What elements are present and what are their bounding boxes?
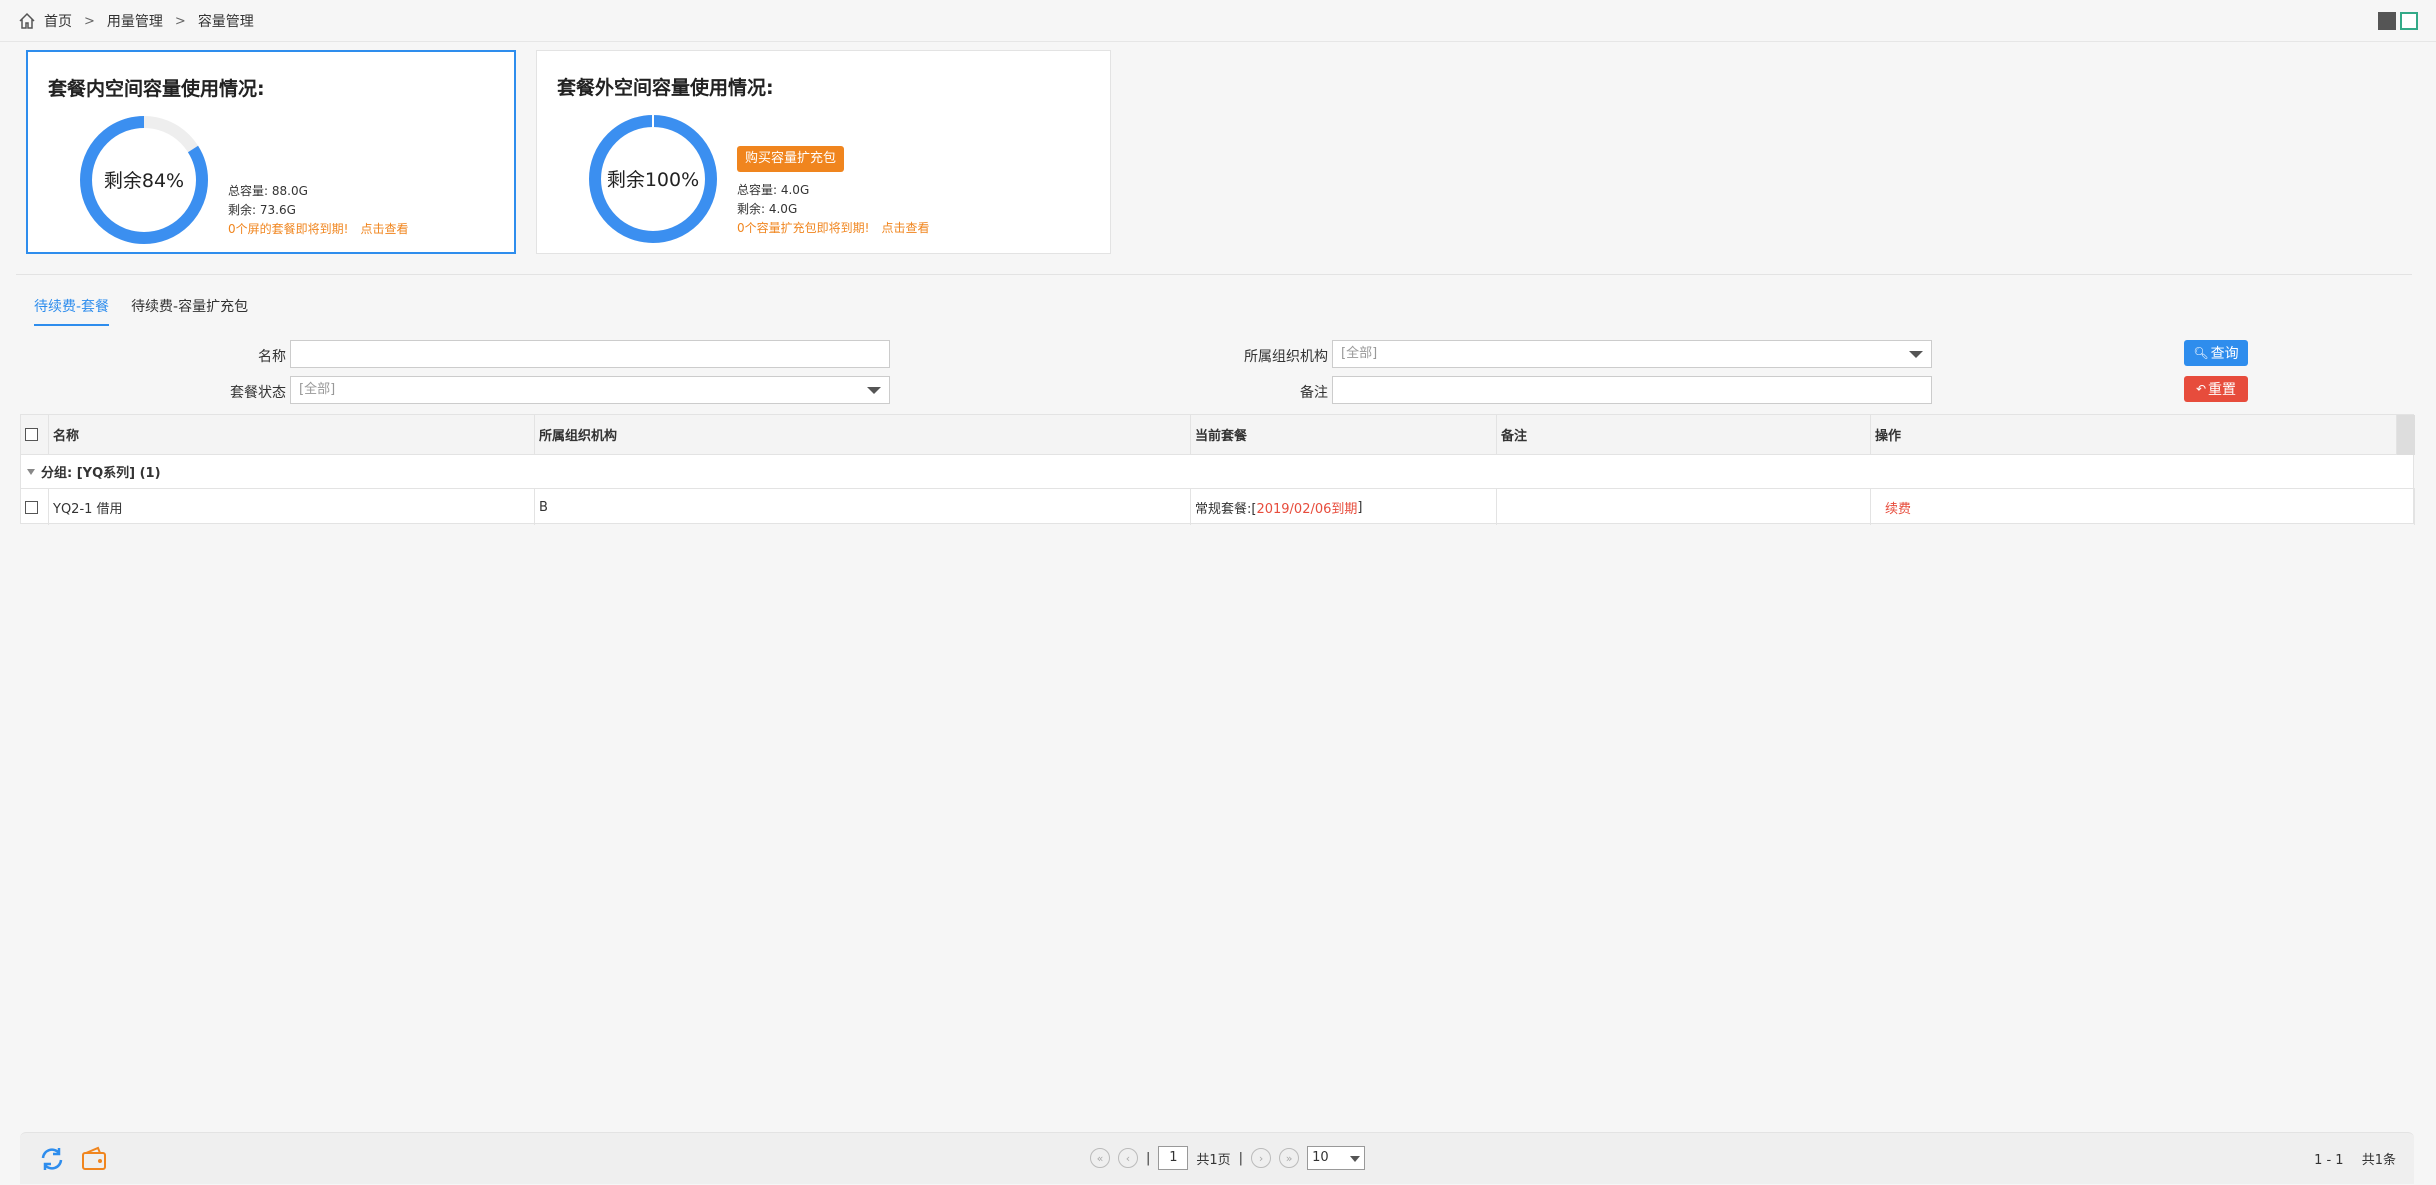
pager-separator: | — [1238, 1150, 1244, 1166]
status-select[interactable]: [全部] — [290, 376, 890, 404]
home-icon[interactable] — [18, 12, 36, 30]
header-remark[interactable]: 备注 — [1497, 415, 1871, 454]
breadcrumb-home[interactable]: 首页 — [44, 11, 72, 31]
pager-separator: | — [1146, 1150, 1151, 1166]
status-label: 套餐状态 — [230, 385, 286, 401]
name-label: 名称 — [258, 349, 286, 365]
plan-expiry: 2019/02/06到期 — [1256, 501, 1358, 517]
total-capacity: 总容量: 4.0G — [737, 183, 810, 197]
reset-button-label: 重置 — [2208, 382, 2237, 398]
restore-icon[interactable] — [2400, 12, 2418, 30]
remaining-percent-label: 剩余100% — [606, 169, 700, 191]
breadcrumb-separator: > — [174, 13, 186, 29]
last-page-button[interactable]: » — [1279, 1148, 1300, 1168]
tab-renew-plan[interactable]: 待续费-套餐 — [34, 296, 110, 326]
tab-bar: 待续费-套餐 待续费-容量扩充包 — [34, 296, 248, 326]
outside-plan-capacity-card[interactable]: 套餐外空间容量使用情况: 剩余100% 购买容量扩充包 总容量: 4.0G 剩余… — [536, 50, 1111, 254]
chevron-down-icon — [1909, 351, 1923, 358]
chevron-down-icon — [1350, 1156, 1361, 1162]
status-select-value: [全部] — [299, 382, 336, 397]
remaining-capacity: 剩余: 4.0G — [737, 202, 798, 216]
fullscreen-icon[interactable] — [2378, 12, 2396, 30]
plan-name: 常规套餐:[ — [1195, 501, 1257, 517]
wallet-icon[interactable] — [80, 1145, 108, 1173]
breadcrumb-current: 容量管理 — [197, 14, 254, 30]
view-link[interactable]: 点击查看 — [360, 222, 408, 236]
cell-name: YQ2-1 借用 — [49, 489, 535, 525]
remaining-percent-label: 剩余84% — [103, 170, 185, 192]
pagination: « ‹ | 1 共1页 | › » 10 — [1090, 1146, 1366, 1170]
window-controls — [2378, 12, 2418, 30]
header-action: 操作 — [1871, 415, 2397, 454]
breadcrumb-separator: > — [84, 13, 95, 29]
renew-link[interactable]: 续费 — [1885, 498, 1911, 517]
header-checkbox-cell — [21, 415, 49, 454]
record-total: 共1条 — [2361, 1153, 2396, 1168]
inside-plan-capacity-card[interactable]: 套餐内空间容量使用情况: 剩余84% 总容量: 88.0G 剩余: 73.6G … — [26, 50, 516, 254]
expiry-warning: 0个屏的套餐即将到期! — [228, 222, 349, 236]
total-capacity: 总容量: 88.0G — [228, 184, 308, 198]
query-button[interactable]: 🔍︎ 查询 — [2184, 340, 2248, 366]
remark-input[interactable] — [1332, 376, 1932, 404]
cell-org: B — [535, 489, 1191, 525]
search-icon: 🔍︎ — [2193, 346, 2209, 360]
expiry-warning: 0个容量扩充包即将到期! — [737, 221, 870, 235]
data-grid: 名称 所属组织机构 当前套餐 备注 操作 分组: [YQ系列] (1) YQ2-… — [20, 414, 2415, 525]
header-org[interactable]: 所属组织机构 — [535, 415, 1191, 454]
capacity-info: 总容量: 4.0G 剩余: 4.0G 0个容量扩充包即将到期! 点击查看 — [737, 181, 929, 238]
section-divider — [16, 274, 2412, 275]
page-size-value: 10 — [1312, 1150, 1329, 1165]
prev-page-button[interactable]: ‹ — [1118, 1148, 1138, 1168]
collapse-triangle-icon[interactable] — [27, 468, 35, 475]
org-label: 所属组织机构 — [1244, 349, 1328, 365]
org-select[interactable]: [全部] — [1332, 340, 1932, 368]
grid-header: 名称 所属组织机构 当前套餐 备注 操作 — [21, 415, 2415, 455]
top-bar: 首页 > 用量管理 > 容量管理 — [0, 0, 2436, 42]
plan-end: ] — [1357, 499, 1363, 515]
record-range: 1 - 1 — [2314, 1153, 2344, 1168]
scrollbar[interactable] — [2397, 415, 2415, 455]
breadcrumb: 首页 > 用量管理 > 容量管理 — [18, 11, 254, 31]
next-page-button[interactable]: › — [1251, 1148, 1272, 1168]
capacity-info: 总容量: 88.0G 剩余: 73.6G 0个屏的套餐即将到期! 点击查看 — [228, 182, 408, 239]
table-row[interactable]: YQ2-1 借用 B 常规套餐:[2019/02/06到期] 续费 — [21, 489, 2415, 525]
view-link[interactable]: 点击查看 — [881, 221, 929, 235]
select-all-checkbox[interactable] — [25, 428, 38, 441]
cell-plan: 常规套餐:[2019/02/06到期] — [1191, 489, 1497, 525]
row-checkbox-cell — [21, 489, 49, 525]
chevron-down-icon — [867, 387, 881, 394]
header-plan[interactable]: 当前套餐 — [1191, 415, 1497, 454]
cell-remark — [1497, 489, 1871, 525]
breadcrumb-usage[interactable]: 用量管理 — [107, 11, 163, 31]
record-info: 1 - 1 共1条 — [2314, 1149, 2396, 1168]
buy-expansion-pack-button[interactable]: 购买容量扩充包 — [737, 146, 845, 172]
group-label: 分组: [YQ系列] (1) — [41, 466, 161, 481]
page-input[interactable]: 1 — [1158, 1146, 1189, 1170]
org-select-value: [全部] — [1341, 346, 1378, 361]
grid-footer: « ‹ | 1 共1页 | › » 10 1 - 1 共1条 — [20, 1132, 2414, 1184]
first-page-button[interactable]: « — [1090, 1148, 1110, 1168]
page-size-select[interactable]: 10 — [1307, 1146, 1366, 1170]
row-checkbox[interactable] — [25, 500, 38, 514]
remaining-capacity: 剩余: 73.6G — [228, 203, 296, 217]
header-name[interactable]: 名称 — [49, 415, 535, 454]
reset-button[interactable]: ↶ 重置 — [2184, 376, 2248, 402]
name-input[interactable] — [290, 340, 890, 368]
group-row[interactable]: 分组: [YQ系列] (1) — [21, 455, 2415, 489]
card-title: 套餐内空间容量使用情况: — [48, 78, 265, 100]
tab-renew-expansion-pack[interactable]: 待续费-容量扩充包 — [131, 296, 248, 326]
query-button-label: 查询 — [2210, 346, 2239, 362]
remark-label: 备注 — [1300, 385, 1328, 401]
refresh-icon[interactable] — [38, 1145, 66, 1173]
total-pages: 共1页 — [1196, 1152, 1231, 1168]
reset-icon: ↶ — [2195, 382, 2207, 396]
card-title: 套餐外空间容量使用情况: — [557, 77, 774, 99]
cell-action: 续费 — [1871, 489, 2415, 525]
